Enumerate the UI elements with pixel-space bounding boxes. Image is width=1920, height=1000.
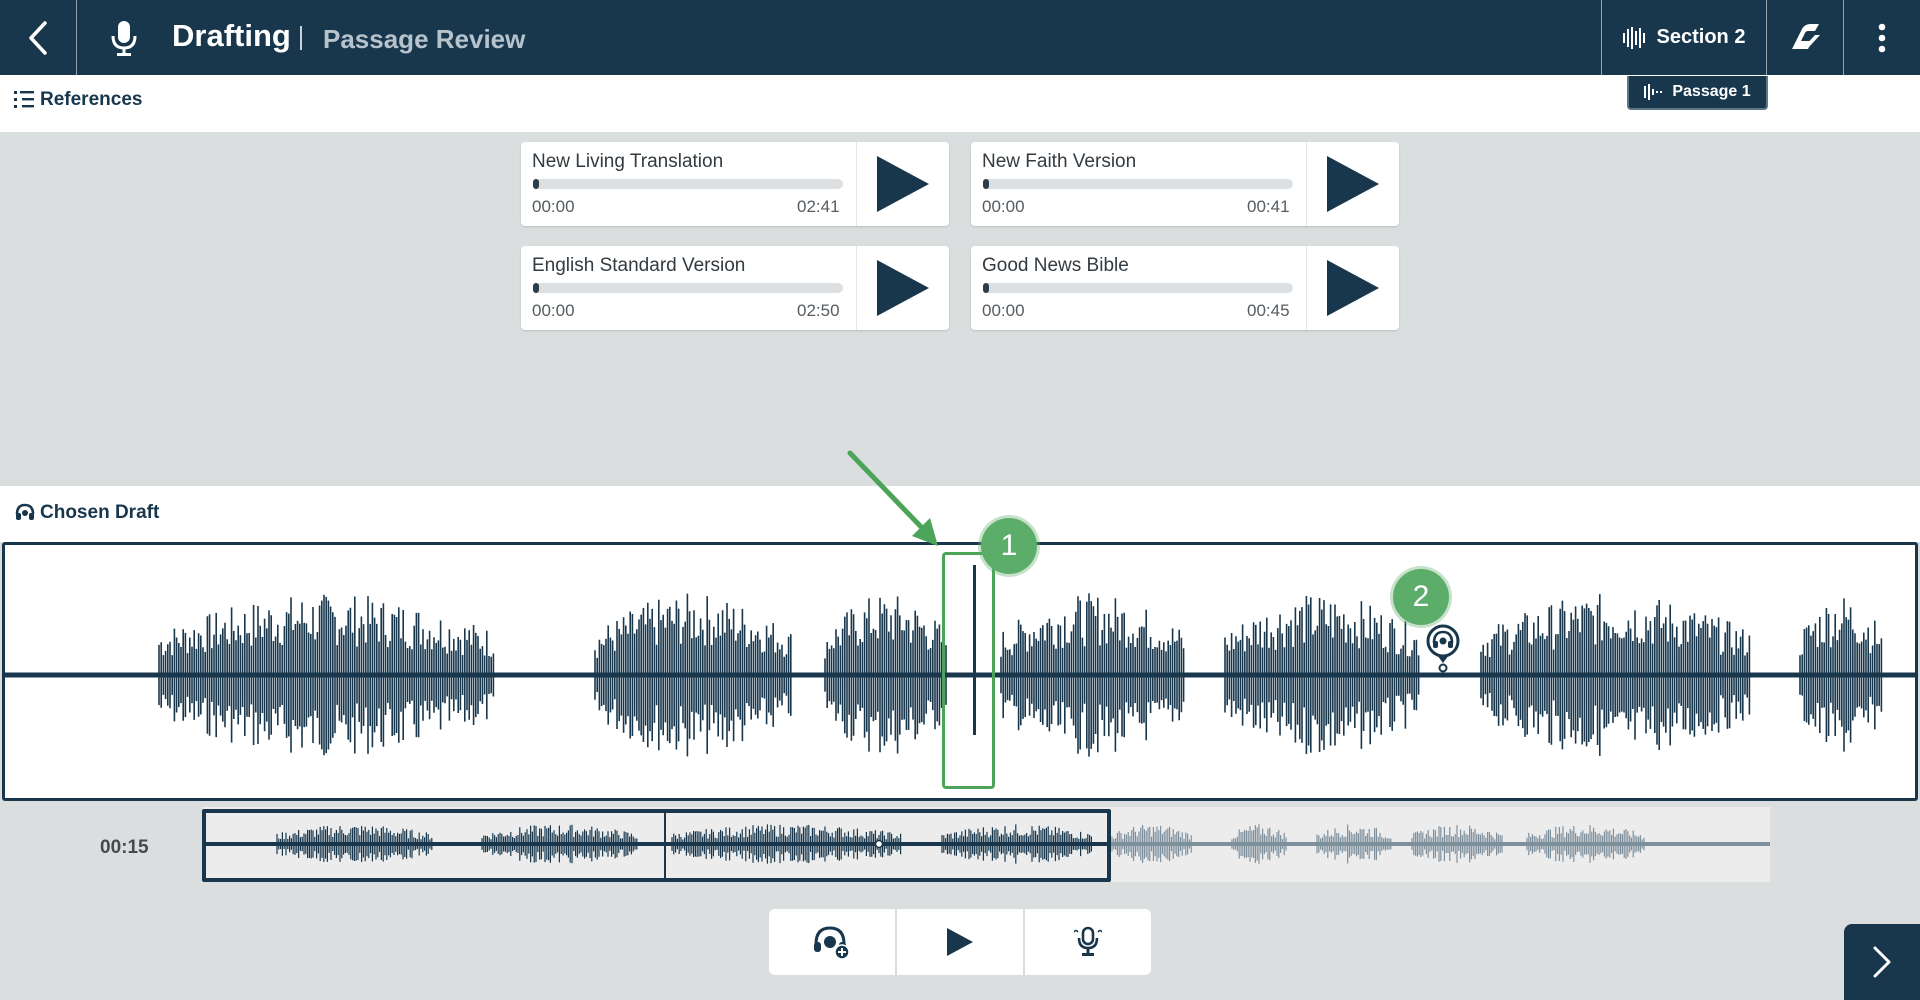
play-icon [877,156,929,212]
logo-button[interactable] [1767,0,1844,75]
page-title: Drafting [172,18,291,53]
list-icon [14,91,34,108]
reference-progress-slider[interactable] [983,283,1293,293]
microphone-icon [104,16,144,60]
reference-end-time: 02:50 [797,301,840,320]
play-icon [1327,156,1379,212]
reference-end-time: 02:41 [797,197,840,216]
slider-knob[interactable] [983,179,989,189]
passage-label: Passage 1 [1672,83,1751,100]
reference-progress-slider[interactable] [533,283,843,293]
headset-marker-icon [1426,624,1460,673]
chosen-draft-heading: Chosen Draft [40,502,160,523]
back-icon [29,20,47,55]
add-comment-button[interactable] [769,909,895,975]
more-vertical-icon [1878,23,1886,52]
transport-controls [769,909,1151,975]
slider-knob[interactable] [983,283,989,293]
reference-name: Good News Bible [982,255,1129,276]
slider-knob[interactable] [533,283,539,293]
reference-name: English Standard Version [532,255,746,276]
section-button[interactable]: Section 2 [1601,0,1767,75]
play-icon [877,260,929,316]
reference-name: New Faith Version [982,151,1137,172]
reference-start-time: 00:00 [532,301,575,320]
logo-icon [1792,23,1820,49]
reference-card: New Faith Version 00:00 00:41 [971,142,1399,226]
reference-progress-slider[interactable] [983,179,1293,189]
reference-play-button[interactable] [1306,142,1399,226]
passage-selector[interactable]: Passage 1 [1627,76,1768,110]
next-button[interactable] [1844,924,1920,1000]
reference-card: Good News Bible 00:00 00:45 [971,246,1399,330]
section-label: Section 2 [1656,26,1746,48]
annotation-badge-2: 2 [1393,569,1449,625]
play-icon [947,928,973,956]
annotation-arrow [847,450,938,546]
current-time: 00:15 [100,837,149,858]
reference-name: New Living Translation [532,151,724,172]
overview-viewport-window[interactable] [202,809,1111,882]
chevron-right-icon [1873,946,1891,978]
reference-start-time: 00:00 [532,197,575,216]
record-icon [1074,926,1102,956]
record-button[interactable] [1023,909,1151,975]
waveform-icon [1644,84,1663,100]
annotation-badge-1: 1 [981,518,1037,574]
add-comment-icon [814,926,850,960]
playhead-highlight [942,552,995,789]
reference-start-time: 00:00 [982,301,1025,320]
reference-play-button[interactable] [856,142,949,226]
reference-card: New Living Translation 00:00 02:41 [521,142,949,226]
back-button[interactable] [0,0,77,75]
page-subtitle: Passage Review [323,24,526,54]
play-button[interactable] [895,909,1023,975]
top-bar: Drafting Passage Review Section 2 [0,0,1920,75]
reference-end-time: 00:41 [1247,197,1290,216]
reference-play-button[interactable] [856,246,949,330]
headset-icon [15,503,35,520]
waveform-icon [1622,26,1645,49]
comment-marker[interactable] [1425,623,1461,673]
reference-start-time: 00:00 [982,197,1025,216]
reference-card: English Standard Version 00:00 02:50 [521,246,949,330]
reference-end-time: 00:45 [1247,301,1290,320]
play-icon [1327,260,1379,316]
chosen-draft-header: Chosen Draft [0,486,1920,542]
reference-play-button[interactable] [1306,246,1399,330]
title-divider [300,26,302,50]
more-menu-button[interactable] [1844,0,1920,75]
reference-progress-slider[interactable] [533,179,843,189]
references-heading: References [40,89,143,110]
slider-knob[interactable] [533,179,539,189]
